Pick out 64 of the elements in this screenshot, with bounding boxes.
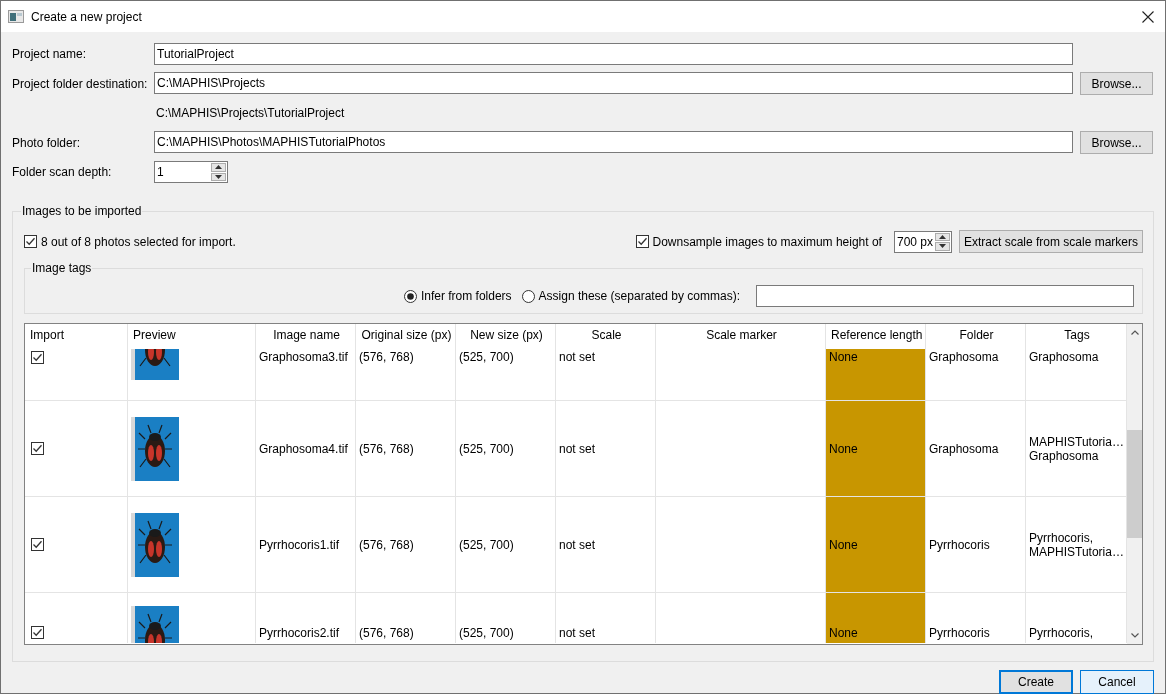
checkbox-label[interactable]: 8 out of 8 photos selected for import. [41, 234, 236, 249]
table-cell: (576, 768) [356, 401, 456, 497]
checkbox[interactable] [31, 442, 44, 455]
close-icon [1142, 10, 1154, 23]
dialog-button[interactable]: Create [999, 670, 1073, 694]
table-cell: None [826, 593, 926, 643]
column-header[interactable]: Scale marker [656, 324, 826, 349]
table-cell: (525, 700) [456, 497, 556, 593]
group-title: Image tags [31, 261, 93, 275]
window-title: Create a new project [31, 9, 142, 24]
column-header[interactable]: Original size (px) [356, 324, 456, 349]
table-cell: Pyrrhocoris [926, 593, 1026, 643]
table-cell: not set [556, 497, 656, 593]
browse-button[interactable]: Browse... [1080, 72, 1153, 95]
column-header[interactable]: Scale [556, 324, 656, 349]
table-cell: None [826, 401, 926, 497]
checkbox[interactable] [31, 351, 44, 364]
radio-button[interactable] [403, 289, 417, 303]
column-header[interactable]: New size (px) [456, 324, 556, 349]
table-cell: Pyrrhocoris [926, 497, 1026, 593]
table-cell: not set [556, 349, 656, 401]
extract-scale-button[interactable]: Extract scale from scale markers [958, 230, 1143, 253]
checkbox[interactable] [635, 235, 649, 248]
scrollbar[interactable] [1127, 324, 1142, 644]
path-preview: C:\MAPHIS\Projects\TutorialProject [155, 106, 346, 120]
table-cell: None [826, 497, 926, 593]
browse-button[interactable]: Browse... [1080, 131, 1153, 154]
table-cell: (576, 768) [356, 593, 456, 643]
table-cell: (525, 700) [456, 401, 556, 497]
field-label: Photo folder: [12, 135, 82, 150]
column-header[interactable]: Image name [256, 324, 356, 349]
checkbox-label[interactable]: Downsample images to maximum height of [652, 234, 882, 249]
table-cell: not set [556, 593, 656, 643]
checkbox[interactable] [31, 538, 44, 551]
field-label: Folder scan depth: [12, 165, 113, 179]
table-cell: None [826, 349, 926, 401]
radio-label[interactable]: Assign these (separated by commas): [538, 289, 740, 303]
table-cell: (525, 700) [456, 349, 556, 401]
radio-button[interactable] [521, 289, 535, 303]
scrollbar-thumb[interactable] [1127, 430, 1142, 538]
field-label: Project folder destination: [12, 76, 149, 91]
field-label: Project name: [12, 47, 88, 61]
table-cell: (576, 768) [356, 497, 456, 593]
table-cell: (525, 700) [456, 593, 556, 643]
column-header[interactable]: Folder [926, 324, 1026, 349]
checkbox[interactable] [31, 626, 44, 639]
dialog-button[interactable]: Cancel [1080, 670, 1154, 694]
radio-label[interactable]: Infer from folders [420, 289, 512, 303]
table-cell: Pyrrhocoris2.tif [256, 593, 356, 643]
table-cell: Graphosoma [926, 349, 1026, 401]
column-header[interactable]: Import [25, 324, 128, 349]
table-cell: Pyrrhocoris1.tif [256, 497, 356, 593]
window-icon [8, 9, 24, 24]
input-field[interactable]: TutorialProject [154, 43, 1073, 65]
table-cell: Graphosoma3.tif [256, 349, 356, 401]
checkbox[interactable] [24, 235, 37, 248]
table-cell: not set [556, 401, 656, 497]
table-cell: Graphosoma4.tif [256, 401, 356, 497]
table-cell: Graphosoma [926, 401, 1026, 497]
table-cell: (576, 768) [356, 349, 456, 401]
tags-field[interactable] [756, 285, 1134, 307]
input-field[interactable]: C:\MAPHIS\Projects [154, 72, 1073, 94]
group-title: Images to be imported [21, 204, 143, 218]
input-field[interactable]: C:\MAPHIS\Photos\MAPHISTutorialPhotos [154, 131, 1073, 153]
